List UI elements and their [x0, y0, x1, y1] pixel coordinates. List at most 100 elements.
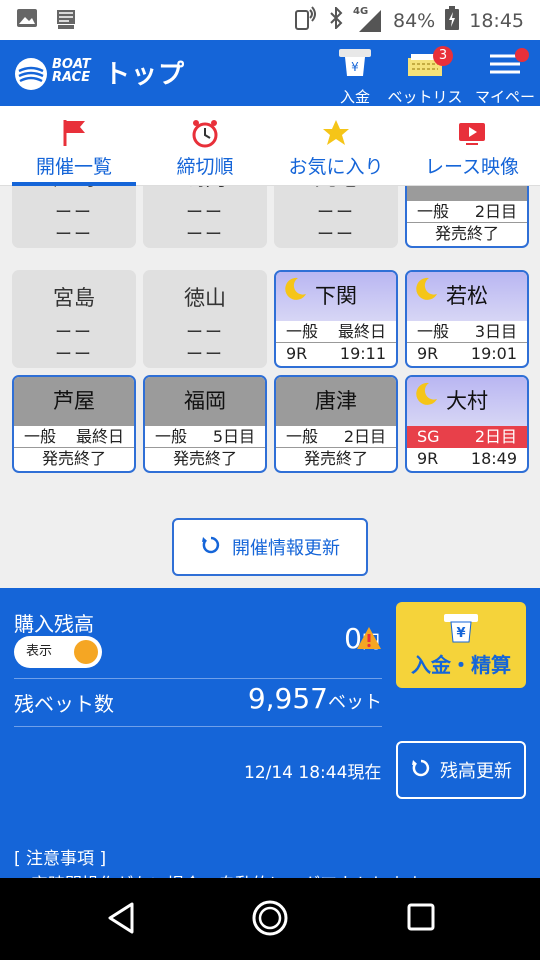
refresh-icon — [410, 757, 432, 784]
venue-card-marugame[interactable]: 丸亀 ーー ーー — [274, 186, 398, 248]
venue-race-row: 9R 19:11 — [276, 343, 396, 365]
deposit-separator: ・ — [451, 653, 471, 677]
logo-text-line2: RACE — [52, 70, 91, 85]
back-icon[interactable] — [104, 898, 138, 942]
night-race-moon-icon — [413, 276, 439, 306]
deposit-settle-button[interactable]: ¥ 入金・精算 — [396, 602, 526, 688]
venue-grade: 一般 — [417, 322, 450, 341]
menu-icon — [487, 46, 529, 84]
venue-card-wakamatsu[interactable]: 若松 一般 3日目 9R 19:01 — [405, 270, 529, 368]
tab-schedule-label: 開催一覧 — [35, 156, 112, 178]
venue-deadline: 19:01 — [470, 344, 517, 363]
night-race-moon-icon — [282, 276, 308, 306]
show-balance-toggle[interactable]: 表示 — [14, 636, 102, 668]
venue-card-amagasaki[interactable]: 尼崎 ーー ーー — [12, 186, 136, 248]
tab-favorites-label: お気に入り — [288, 156, 384, 178]
betlist-badge: 3 — [433, 46, 453, 66]
nfc-icon — [293, 6, 319, 35]
venue-grade: 一般 — [417, 202, 450, 221]
deposit-label: 入金 — [411, 653, 451, 677]
venue-card-tokuyama[interactable]: 徳山 ーー ーー — [143, 270, 267, 368]
venue-info: ーー — [186, 225, 224, 245]
balance-title: 購入残高 — [14, 612, 94, 636]
clock: 18:45 — [469, 9, 524, 32]
venue-card-karatsu[interactable]: 唐津 一般 2日目 発売終了 — [274, 375, 398, 473]
notification-dot — [515, 48, 529, 62]
venue-deadline: 19:11 — [339, 344, 386, 363]
settle-label: 精算 — [471, 653, 511, 677]
network-type: 4G — [353, 5, 369, 17]
venue-card-ashiya[interactable]: 芦屋 一般 最終日 発売終了 — [12, 375, 136, 473]
warning-icon — [356, 626, 382, 654]
tab-bar: 開催一覧 締切順 お気に入り レース映像 — [0, 106, 540, 186]
message-notification-icon — [54, 8, 78, 30]
signal-icon: 4G — [353, 5, 383, 34]
venue-grade-row: 一般 3日目 — [407, 321, 527, 343]
yen-atm-icon: ¥ — [330, 46, 380, 84]
venue-day: 最終日 — [337, 322, 386, 341]
deposit-header-label: 入金 — [339, 88, 370, 106]
venue-grade-row: 一般 2日目 — [276, 426, 396, 448]
venue-race-row: 9R 18:49 — [407, 448, 527, 470]
venue-card-kojima[interactable]: 児島 一般 2日目 発売終了 — [405, 186, 529, 248]
refresh-schedule-button[interactable]: 開催情報更新 — [172, 518, 368, 576]
venue-status: 発売終了 — [172, 449, 237, 468]
venue-grade: 一般 — [286, 322, 319, 341]
venue-card-miyajima[interactable]: 宮島 ーー ーー — [12, 270, 136, 368]
venue-race: 9R — [417, 449, 439, 468]
venue-name: 丸亀 — [274, 186, 398, 192]
venue-day: 2日目 — [474, 427, 517, 446]
venue-name: 福岡 — [145, 377, 265, 426]
toggle-label: 表示 — [26, 644, 53, 659]
refresh-schedule-label: 開催情報更新 — [232, 538, 340, 559]
bets-label: 残ベット数 — [14, 692, 114, 716]
tab-deadline-label: 締切順 — [176, 156, 234, 178]
venue-status: 発売終了 — [303, 449, 368, 468]
star-icon — [274, 118, 398, 148]
venue-name: 芦屋 — [14, 377, 134, 426]
image-notification-icon — [16, 8, 40, 30]
video-play-icon — [410, 118, 534, 148]
alarm-clock-icon — [150, 118, 260, 148]
venue-name: 宮島 — [53, 286, 95, 310]
svg-text:¥: ¥ — [351, 60, 359, 74]
venue-card-shimonoseki[interactable]: 下関 一般 最終日 9R 19:11 — [274, 270, 398, 368]
venue-name: 徳山 — [184, 286, 226, 310]
venue-card-naruto[interactable]: 鳴門 ーー ーー — [143, 186, 267, 248]
page-title: トップ — [104, 60, 186, 90]
venue-grade-row: 一般 5日目 — [145, 426, 265, 448]
venue-day: 最終日 — [75, 427, 124, 446]
venue-day: 2日目 — [474, 202, 517, 221]
venue-name: 鳴門 — [143, 186, 267, 192]
venue-status: 発売終了 — [434, 224, 499, 243]
notice-text: 一定時間操作がない場合、自動的にログアウトします。 — [14, 870, 437, 878]
venue-deadline: 18:49 — [470, 449, 517, 468]
venue-grade-row: 一般 最終日 — [276, 321, 396, 343]
refresh-balance-button[interactable]: 残高更新 — [396, 741, 526, 799]
venue-grade: 一般 — [155, 427, 188, 446]
tab-race-video[interactable]: レース映像 — [410, 106, 534, 186]
divider — [14, 678, 382, 679]
bets-count-value: 9,957 — [247, 682, 328, 715]
venue-race: 9R — [417, 344, 439, 363]
tab-schedule[interactable]: 開催一覧 — [12, 106, 136, 186]
venue-info: ーー — [55, 225, 93, 245]
venue-race: 9R — [286, 344, 308, 363]
venue-card-fukuoka[interactable]: 福岡 一般 5日目 発売終了 — [143, 375, 267, 473]
deposit-header-button[interactable]: ¥ 入金 — [330, 46, 380, 107]
venue-grade-row: SG 2日目 — [407, 426, 527, 448]
home-icon[interactable] — [250, 898, 290, 942]
venue-info: ーー — [186, 345, 224, 365]
night-race-moon-icon — [413, 381, 439, 411]
venue-card-omura[interactable]: 大村 SG 2日目 9R 18:49 — [405, 375, 529, 473]
boat-race-logo[interactable]: BOAT RACE — [14, 54, 91, 94]
refresh-balance-label: 残高更新 — [440, 761, 512, 782]
tab-favorites[interactable]: お気に入り — [274, 106, 398, 186]
bets-count-unit: ベット — [328, 692, 382, 713]
app-header: BOAT RACE トップ ¥ 入金 3 ベットリスト マイページ — [0, 40, 540, 127]
system-nav-bar — [0, 878, 540, 960]
battery-icon — [445, 6, 460, 35]
tab-deadline[interactable]: 締切順 — [150, 106, 260, 186]
recent-apps-icon[interactable] — [404, 898, 438, 942]
venue-name: 唐津 — [276, 377, 396, 426]
